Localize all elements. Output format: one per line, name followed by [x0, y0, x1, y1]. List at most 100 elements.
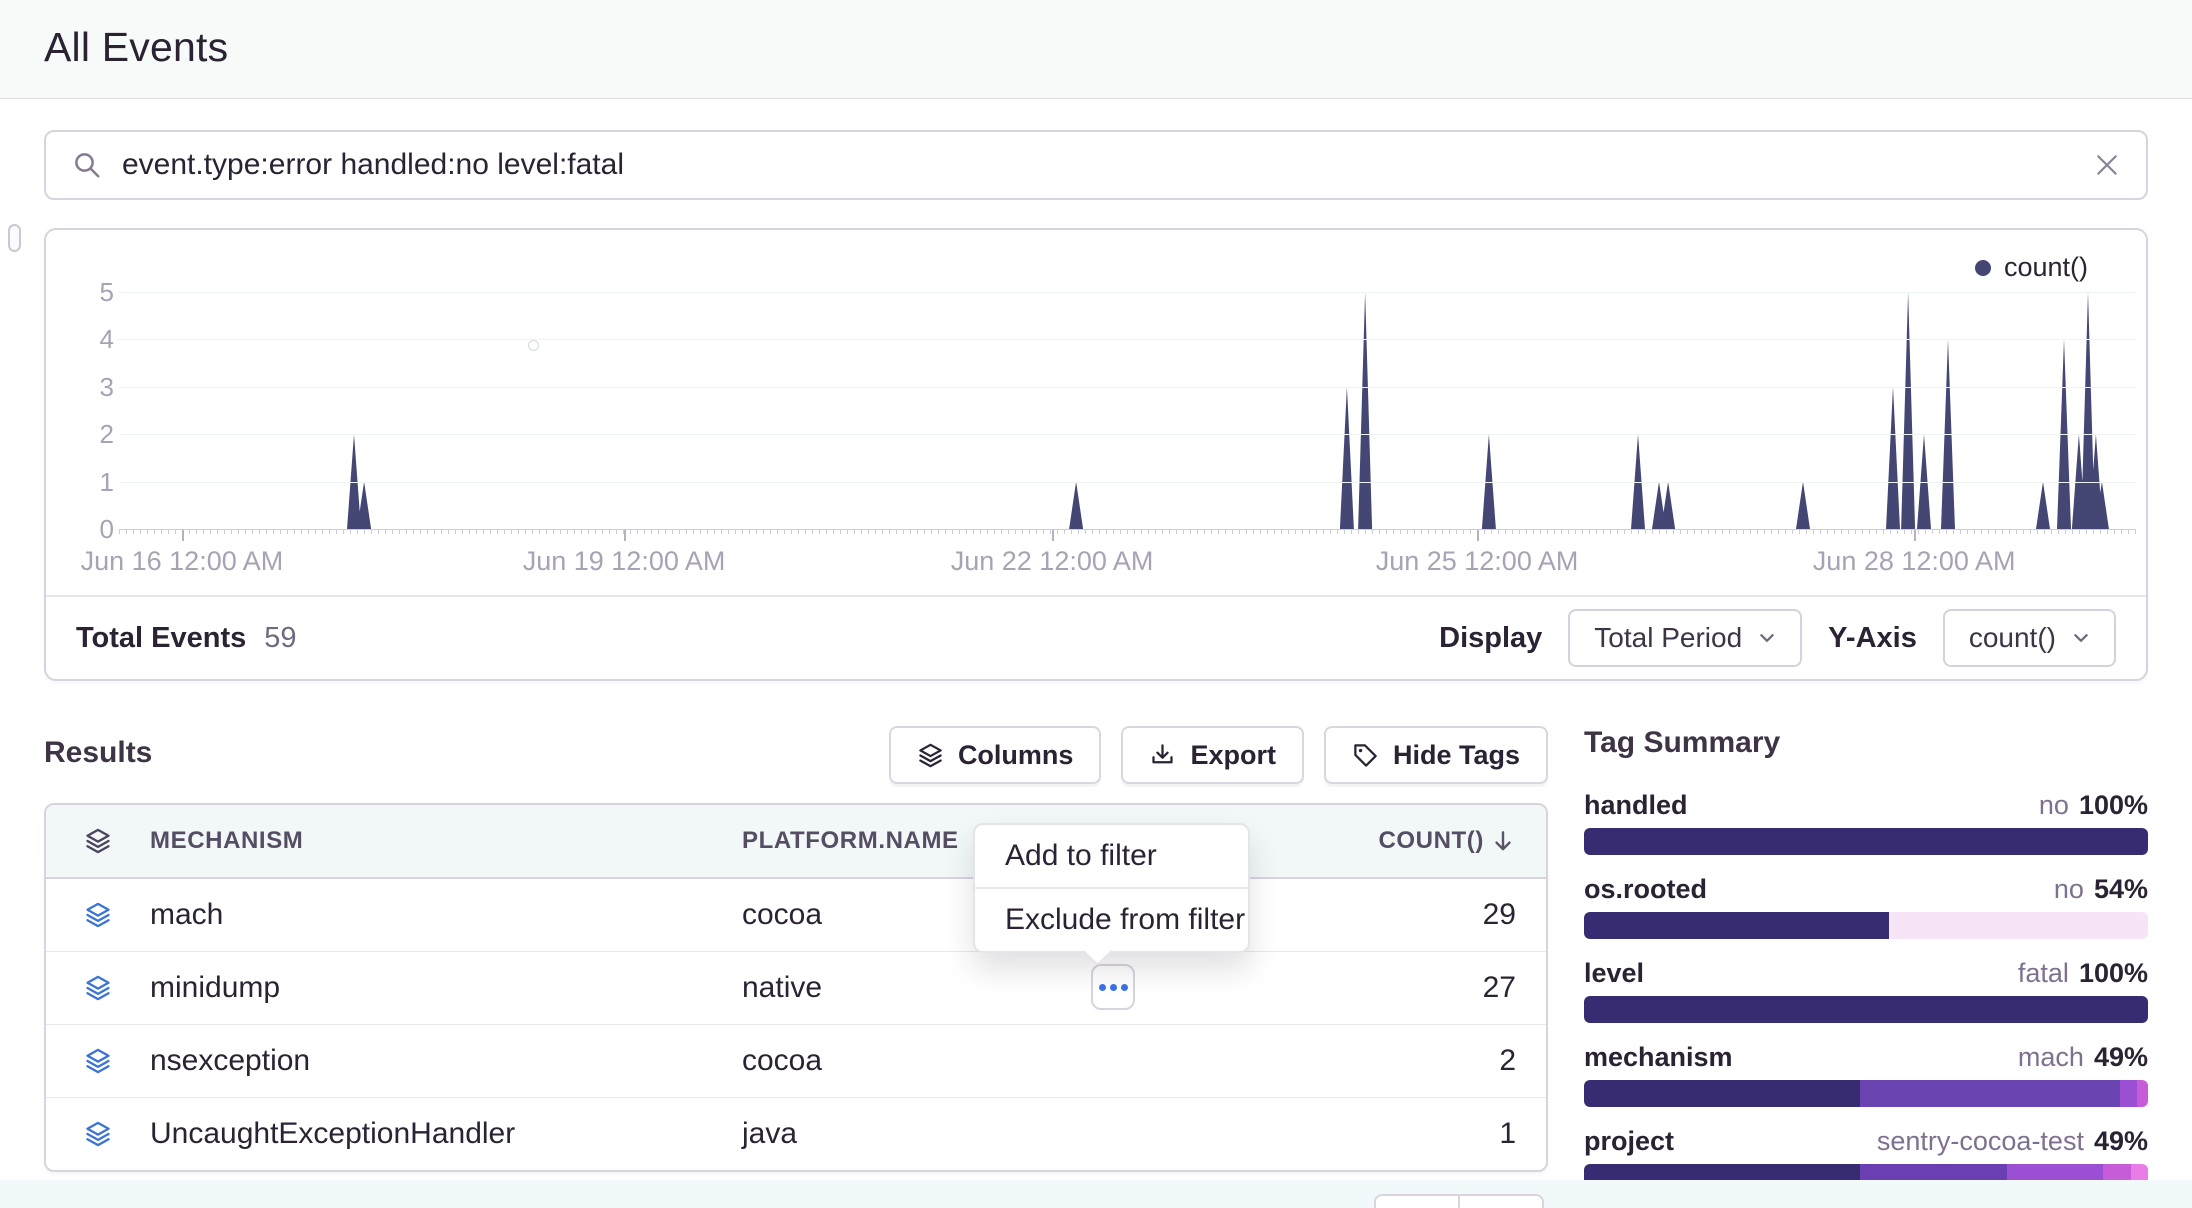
menu-item-exclude-from-filter[interactable]: Exclude from filter [975, 887, 1248, 951]
cell-platform[interactable]: native [742, 971, 1262, 1005]
tag-bar-segment[interactable] [2120, 1080, 2137, 1107]
tag-bar-segment[interactable] [1889, 912, 2148, 939]
y-axis-tick-4: 4 [60, 326, 114, 352]
cell-mechanism[interactable]: nsexception [150, 1044, 742, 1078]
cell-count[interactable]: 1 [1499, 1117, 1546, 1151]
tag-top-value: sentry-cocoa-test [1877, 1126, 2084, 1156]
total-events-value: 59 [264, 622, 296, 655]
table-row[interactable]: UncaughtExceptionHandlerjava 1 [46, 1098, 1546, 1170]
tag-distribution-bar[interactable] [1584, 996, 2148, 1023]
clear-search-icon[interactable] [2094, 152, 2120, 178]
chart-footer: Total Events 59 Display Total Period Y-A… [46, 595, 2146, 679]
table-row[interactable]: machcocoa29 [46, 879, 1546, 952]
tag-bar-segment[interactable] [2137, 1080, 2148, 1107]
yaxis-label: Y-Axis [1828, 622, 1917, 655]
x-axis-tick [182, 530, 184, 541]
count-series-area [119, 280, 2136, 529]
y-axis-tick-2: 2 [60, 421, 114, 447]
y-axis-tick-1: 1 [60, 469, 114, 495]
tag-bar-segment[interactable] [1584, 912, 1889, 939]
tag-bar-segment[interactable] [1584, 828, 2148, 855]
tag-top-value: no [2039, 790, 2069, 820]
table-body: machcocoa29minidumpnative27nsexceptionco… [46, 879, 1546, 1170]
total-events-label: Total Events [76, 622, 246, 655]
layers-icon [84, 827, 112, 855]
cell-count[interactable]: 2 [1499, 1044, 1546, 1078]
menu-item-add-to-filter[interactable]: Add to filter [975, 825, 1248, 887]
legend-series-dot [1975, 260, 1991, 276]
layers-icon [84, 974, 112, 1002]
tag-distribution-bar[interactable] [1584, 828, 2148, 855]
hide-tags-button[interactable]: Hide Tags [1324, 726, 1548, 784]
x-axis-tick [1477, 530, 1479, 541]
tag-item-os.rooted: os.rootedno54% [1584, 874, 2148, 939]
y-axis-tick-5: 5 [60, 279, 114, 305]
search-input[interactable] [120, 147, 2094, 183]
tag-name: project [1584, 1126, 1674, 1157]
cell-actions-button[interactable] [1091, 964, 1135, 1010]
x-axis-tick [624, 530, 626, 541]
column-header-mechanism[interactable]: MECHANISM [150, 827, 742, 855]
x-axis-tick [1914, 530, 1916, 541]
tag-bar-segment[interactable] [1860, 1080, 2119, 1107]
yaxis-dropdown[interactable]: count() [1943, 609, 2116, 667]
tag-item-mechanism: mechanism mach 49% [1584, 1042, 2148, 1107]
cell-mechanism[interactable]: mach [150, 898, 742, 932]
x-axis-label: Jun 25 12:00 AM [1376, 546, 1579, 577]
cell-mechanism[interactable]: minidump [150, 971, 742, 1005]
tag-icon [1352, 742, 1379, 769]
display-label: Display [1439, 622, 1542, 655]
tag-bar-segment[interactable] [1584, 996, 2148, 1023]
next-page-button[interactable] [1458, 1194, 1544, 1208]
export-button[interactable]: Export [1121, 726, 1304, 784]
tag-item-handled: handled no 100% [1584, 790, 2148, 855]
x-axis-label: Jun 16 12:00 AM [81, 546, 284, 577]
columns-layers-icon [917, 742, 944, 769]
tag-top-percent: 54% [2094, 874, 2148, 904]
events-chart-panel: count() 012345 Jun 16 12:00 AMJun 19 12:… [44, 228, 2148, 681]
tag-distribution-bar[interactable] [1584, 912, 2148, 939]
table-row[interactable]: minidumpnative 27 [46, 952, 1546, 1025]
tag-bar-segment[interactable] [1584, 1080, 1860, 1107]
tag-name: handled [1584, 790, 1688, 821]
display-dropdown[interactable]: Total Period [1568, 609, 1802, 667]
legend-series-label: count() [2004, 252, 2088, 283]
x-axis-tick [1052, 530, 1054, 541]
page-title: All Events [44, 24, 228, 71]
tag-top-value: mach [2018, 1042, 2084, 1072]
tag-top-value: fatal [2018, 958, 2069, 988]
search-bar[interactable] [44, 130, 2148, 200]
layers-icon [84, 1120, 112, 1148]
panel-drag-handle[interactable] [8, 224, 21, 252]
chart-legend[interactable]: count() [1975, 252, 2088, 283]
columns-button[interactable]: Columns [889, 726, 1102, 784]
y-axis-tick-3: 3 [60, 374, 114, 400]
tag-distribution-bar[interactable] [1584, 1080, 2148, 1107]
column-header-count[interactable]: COUNT() [1378, 827, 1546, 855]
results-toolbar: Columns Export Hide Tags [44, 726, 1548, 784]
chart-point-marker [528, 340, 539, 351]
y-axis-tick-0: 0 [60, 516, 114, 542]
cell-actions-menu: Add to filterExclude from filter [973, 823, 1250, 953]
x-axis-label: Jun 22 12:00 AM [951, 546, 1154, 577]
tag-top-percent: 100% [2079, 790, 2148, 820]
table-row[interactable]: nsexceptioncocoa 2 [46, 1025, 1546, 1098]
cell-mechanism[interactable]: UncaughtExceptionHandler [150, 1117, 742, 1151]
previous-page-button[interactable] [1374, 1194, 1460, 1208]
tag-top-percent: 49% [2094, 1126, 2148, 1156]
tag-top-percent: 100% [2079, 958, 2148, 988]
gridline-y1 [119, 482, 2136, 483]
tag-top-percent: 49% [2094, 1042, 2148, 1072]
tag-name: mechanism [1584, 1042, 1733, 1073]
export-download-icon [1149, 742, 1176, 769]
x-axis-minor-ticks [119, 530, 2136, 534]
layers-icon [84, 1047, 112, 1075]
cell-count[interactable]: 29 [1483, 898, 1546, 932]
cell-platform[interactable]: cocoa [742, 1044, 1262, 1078]
cell-count[interactable]: 27 [1483, 971, 1546, 1005]
chevron-down-icon [2072, 629, 2090, 647]
chart-plot-area[interactable] [119, 280, 2136, 529]
x-axis-label: Jun 28 12:00 AM [1813, 546, 2016, 577]
results-table: MECHANISM PLATFORM.NAME COUNT() machcoco… [44, 803, 1548, 1172]
cell-platform[interactable]: java [742, 1117, 1262, 1151]
